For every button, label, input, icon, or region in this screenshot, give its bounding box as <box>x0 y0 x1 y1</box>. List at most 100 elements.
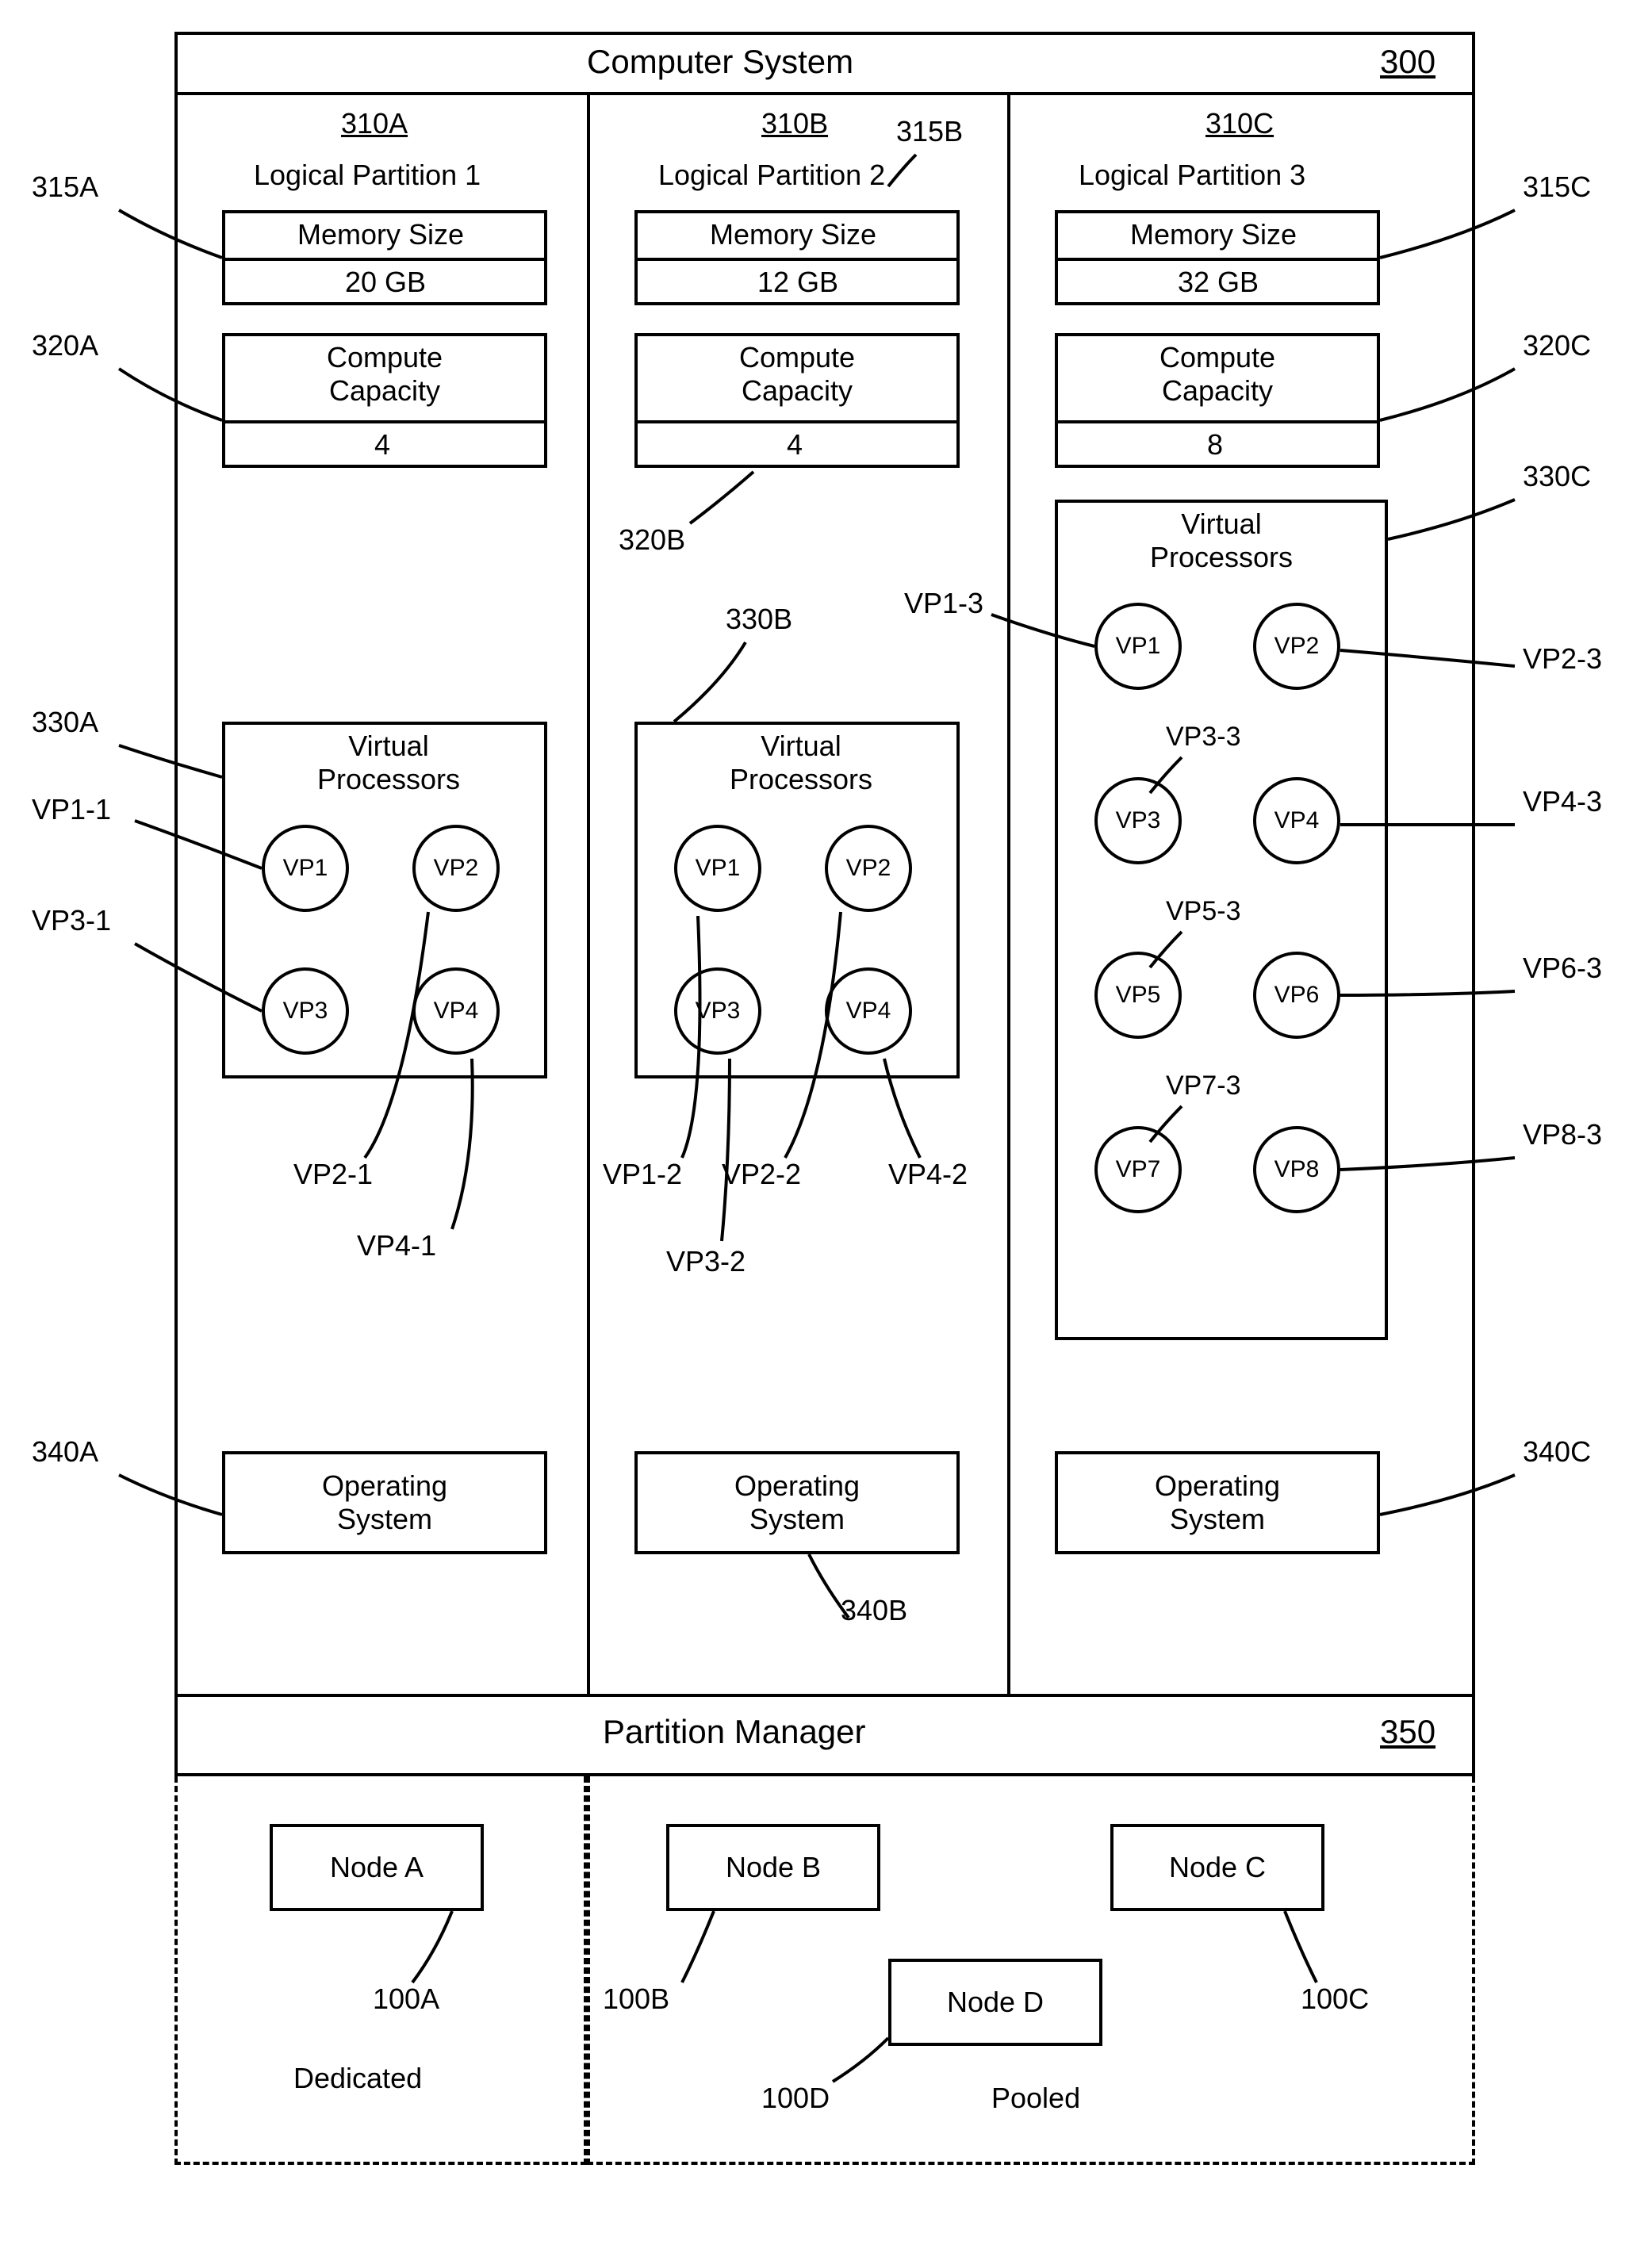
node-label: Node A <box>330 1851 424 1884</box>
partition-name: Logical Partition 3 <box>1079 159 1305 192</box>
callout: 330B <box>726 603 792 636</box>
title: Computer System <box>587 43 853 81</box>
callout: 315C <box>1523 170 1591 204</box>
compute-label: ComputeCapacity <box>321 341 448 408</box>
callout: 320C <box>1523 329 1591 362</box>
divider <box>587 92 590 1694</box>
vp-circle: VP1 <box>674 825 761 912</box>
divider <box>225 258 544 261</box>
memory-label: Memory Size <box>297 218 464 251</box>
vp-circle: VP3 <box>262 967 349 1055</box>
os-label: OperatingSystem <box>734 1469 860 1536</box>
pm-ref: 350 <box>1380 1713 1435 1751</box>
vp-label: VirtualProcessors <box>309 730 468 796</box>
vp-circle: VP2 <box>412 825 500 912</box>
divider <box>178 1694 1472 1697</box>
vp-circle: VP5 <box>1094 952 1182 1039</box>
divider <box>1058 258 1377 261</box>
compute-value: 8 <box>1207 428 1223 462</box>
vp-text: VP2 <box>846 855 891 882</box>
vp-circle: VP4 <box>825 967 912 1055</box>
callout: VP2-3 <box>1523 642 1602 676</box>
node-box: Node C <box>1110 1824 1324 1911</box>
vp-text: VP8 <box>1274 1156 1320 1183</box>
os-label: OperatingSystem <box>322 1469 447 1536</box>
partition-name: Logical Partition 2 <box>658 159 885 192</box>
divider <box>1058 420 1377 423</box>
vp-circle: VP4 <box>1253 777 1340 864</box>
pooled-label: Pooled <box>991 2082 1080 2115</box>
vp-text: VP1 <box>696 855 741 882</box>
node-box: Node B <box>666 1824 880 1911</box>
callout: VP4-1 <box>357 1229 436 1262</box>
vp-circle: VP4 <box>412 967 500 1055</box>
compute-label: ComputeCapacity <box>1154 341 1281 408</box>
callout: 330A <box>32 706 98 739</box>
memory-value: 12 GB <box>757 266 838 299</box>
vp-circle: VP2 <box>1253 603 1340 690</box>
os-box: OperatingSystem <box>222 1451 547 1554</box>
title-ref: 300 <box>1380 43 1435 81</box>
vp-text: VP3 <box>696 998 741 1025</box>
callout: 315A <box>32 170 98 204</box>
vp-text: VP1 <box>283 855 328 882</box>
vp-circle: VP3 <box>1094 777 1182 864</box>
node-box: Node D <box>888 1959 1102 2046</box>
compute-label: ComputeCapacity <box>734 341 860 408</box>
node-label: Node D <box>947 1986 1044 2019</box>
partition-ref: 310C <box>1205 107 1274 140</box>
callout: VP1-3 <box>904 587 983 620</box>
os-box: OperatingSystem <box>1055 1451 1380 1554</box>
memory-value: 20 GB <box>345 266 426 299</box>
callout: VP2-2 <box>722 1158 801 1191</box>
vp-circle: VP1 <box>1094 603 1182 690</box>
callout: VP7-3 <box>1166 1071 1241 1101</box>
vp-circle: VP6 <box>1253 952 1340 1039</box>
vp-text: VP4 <box>1274 807 1320 834</box>
callout: VP4-2 <box>888 1158 968 1191</box>
callout: VP1-1 <box>32 793 111 826</box>
divider <box>178 92 1472 95</box>
vp-text: VP6 <box>1274 982 1320 1009</box>
node-label: Node B <box>726 1851 821 1884</box>
vp-text: VP2 <box>434 855 479 882</box>
vp-label: VirtualProcessors <box>1142 508 1301 574</box>
diagram-canvas: Computer System 300 310A 310B 310C Logic… <box>32 32 1620 2209</box>
vp-text: VP7 <box>1116 1156 1161 1183</box>
vp-text: VP3 <box>283 998 328 1025</box>
node-label: Node C <box>1169 1851 1266 1884</box>
callout: 340B <box>841 1594 907 1627</box>
callout: 340A <box>32 1435 98 1469</box>
callout: 100A <box>373 1982 439 2016</box>
callout: 315B <box>896 115 963 148</box>
compute-value: 4 <box>374 428 390 462</box>
memory-label: Memory Size <box>710 218 876 251</box>
partition-ref: 310B <box>761 107 828 140</box>
vp-circle: VP3 <box>674 967 761 1055</box>
divider <box>638 258 956 261</box>
callout: VP4-3 <box>1523 785 1602 818</box>
os-label: OperatingSystem <box>1155 1469 1280 1536</box>
vp-circle: VP1 <box>262 825 349 912</box>
callout: VP1-2 <box>603 1158 682 1191</box>
partition-name: Logical Partition 1 <box>254 159 481 192</box>
callout: VP3-1 <box>32 904 111 937</box>
pm-label: Partition Manager <box>603 1713 866 1751</box>
compute-value: 4 <box>787 428 803 462</box>
partition-ref: 310A <box>341 107 408 140</box>
callout: VP6-3 <box>1523 952 1602 985</box>
callout: 320A <box>32 329 98 362</box>
os-box: OperatingSystem <box>634 1451 960 1554</box>
vp-text: VP4 <box>434 998 479 1025</box>
vp-text: VP2 <box>1274 633 1320 660</box>
callout: VP8-3 <box>1523 1118 1602 1151</box>
divider <box>1007 92 1010 1694</box>
vp-text: VP4 <box>846 998 891 1025</box>
callout: VP5-3 <box>1166 896 1241 927</box>
vp-text: VP3 <box>1116 807 1161 834</box>
callout: 340C <box>1523 1435 1591 1469</box>
callout: 100C <box>1301 1982 1369 2016</box>
callout: VP3-2 <box>666 1245 746 1278</box>
callout: 100D <box>761 2082 830 2115</box>
vp-circle: VP8 <box>1253 1126 1340 1213</box>
